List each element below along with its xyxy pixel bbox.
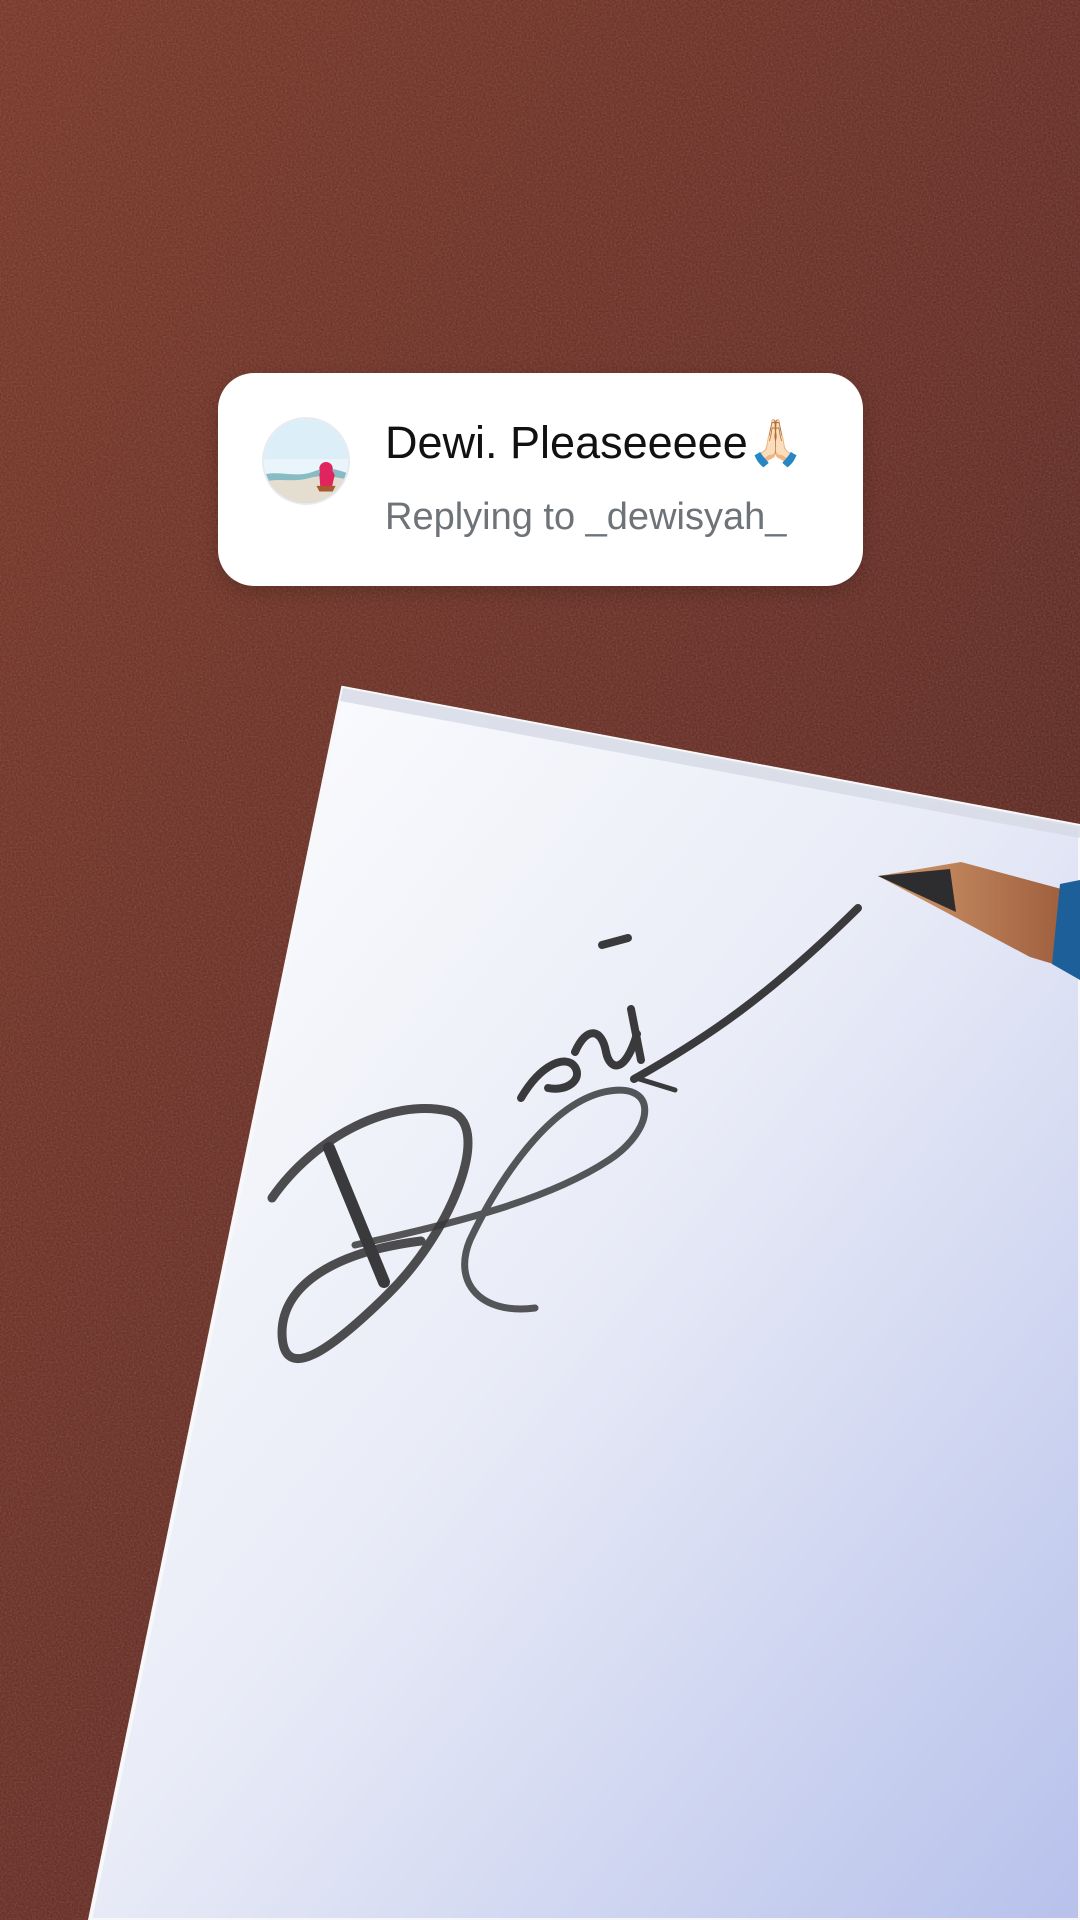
video-frame: Dewi. Pleaseeeee🙏🏻 Replying to _dewisyah…: [0, 0, 1080, 1920]
reply-label: Replying to _dewisyah_: [385, 496, 787, 538]
comment-reply-card[interactable]: Dewi. Pleaseeeee🙏🏻 Replying to _dewisyah…: [218, 373, 863, 586]
avatar[interactable]: [262, 417, 350, 505]
comment-text: Dewi. Pleaseeeee🙏🏻: [385, 417, 804, 468]
video-background: [0, 0, 1080, 1920]
profile-photo-icon: [264, 419, 348, 503]
